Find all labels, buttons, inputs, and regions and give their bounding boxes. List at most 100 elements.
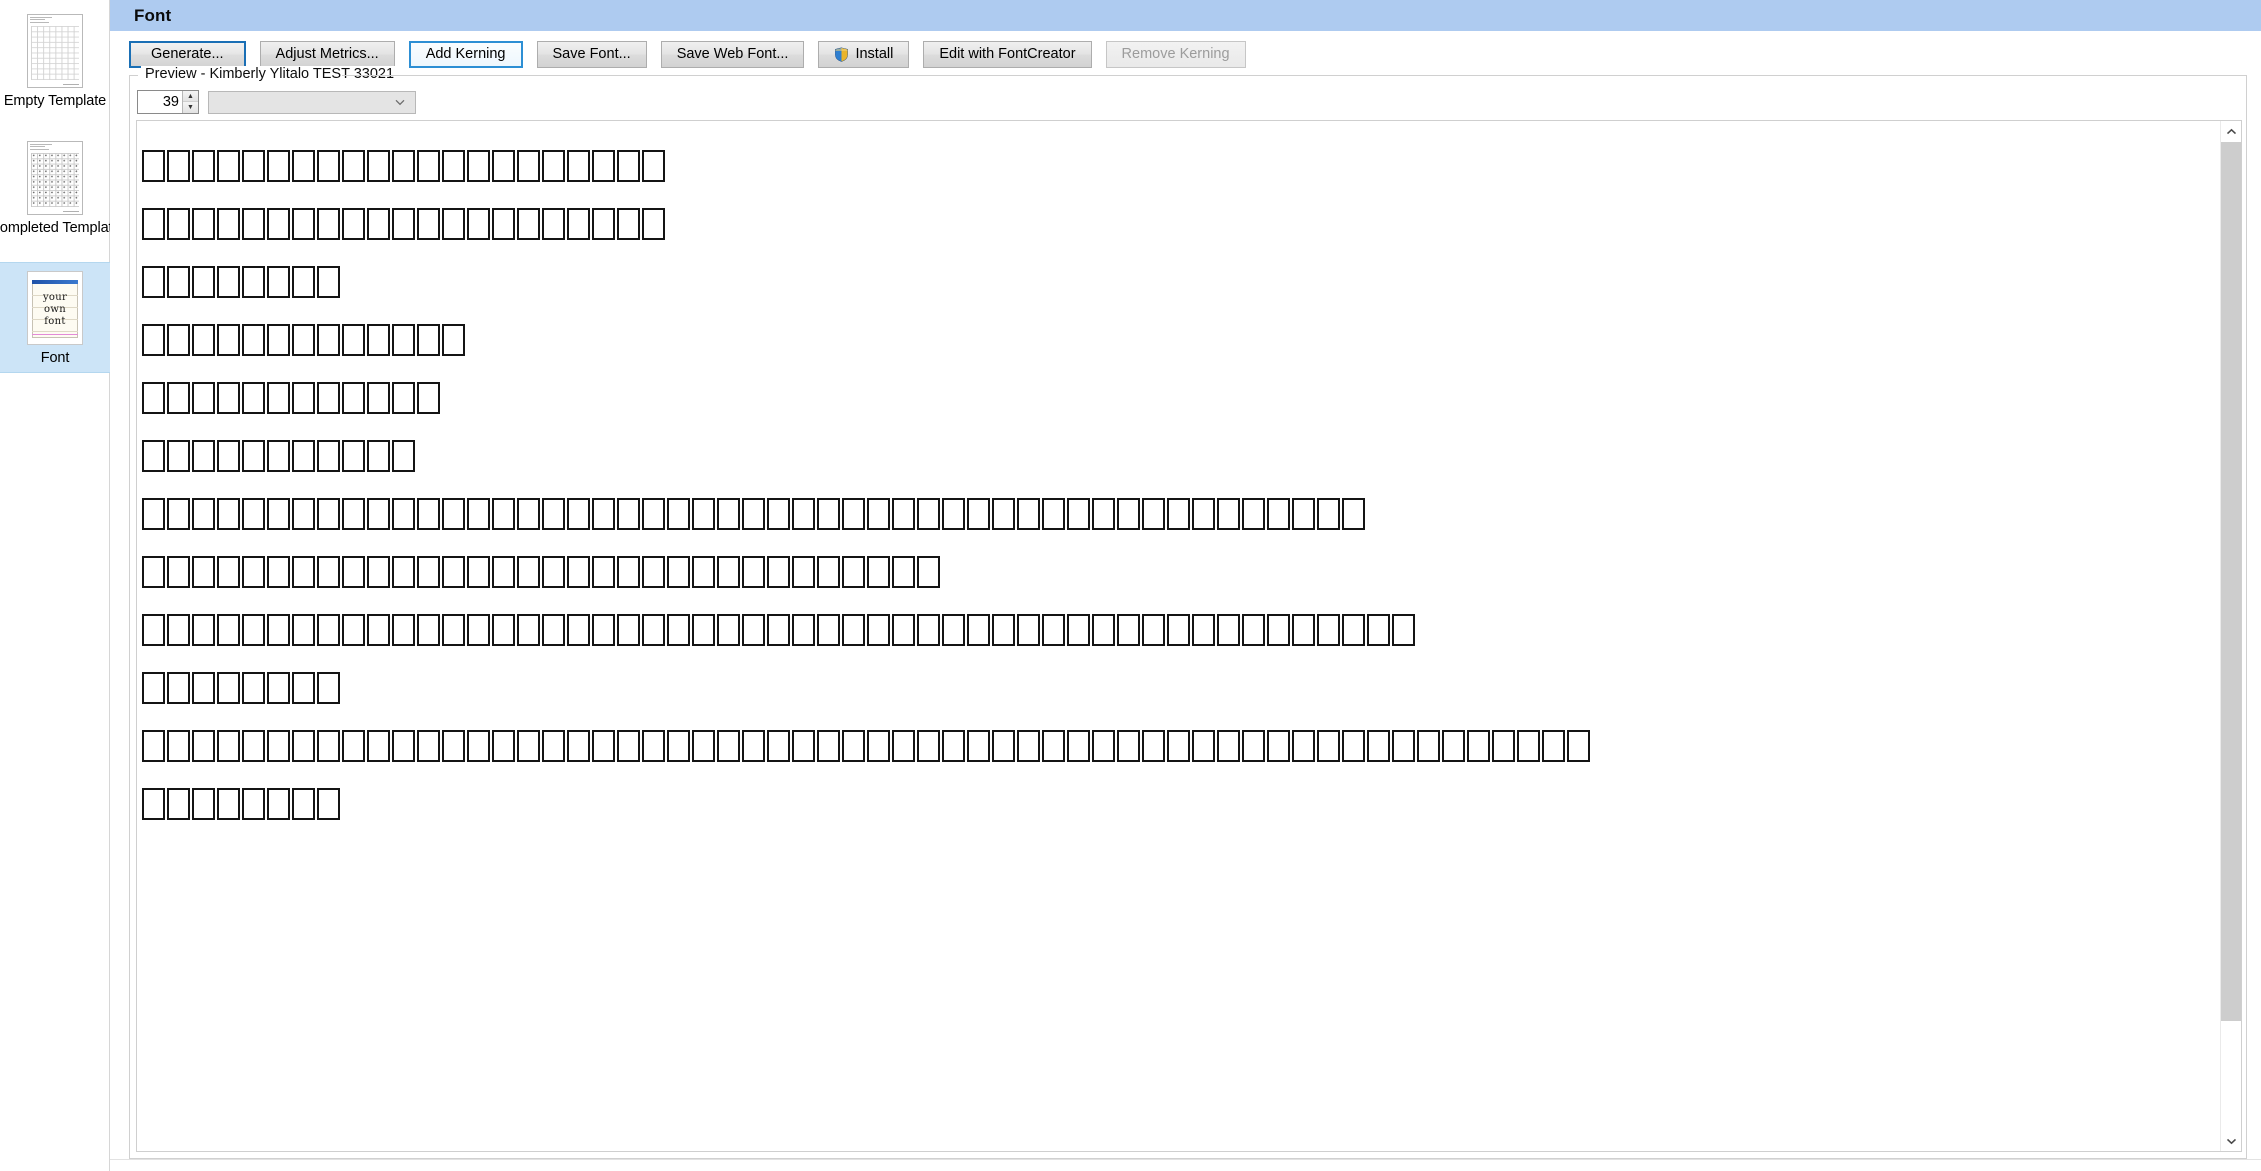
- scroll-down-arrow-icon[interactable]: [2221, 1130, 2241, 1151]
- missing-glyph-box: [367, 614, 390, 646]
- glyph-preview-canvas[interactable]: [137, 121, 2220, 1151]
- scroll-track[interactable]: [2221, 142, 2241, 1130]
- edit-with-fontcreator-button[interactable]: Edit with FontCreator: [923, 41, 1092, 68]
- missing-glyph-box: [442, 556, 465, 588]
- missing-glyph-box: [142, 208, 165, 240]
- missing-glyph-box: [192, 208, 215, 240]
- missing-glyph-box: [642, 730, 665, 762]
- missing-glyph-box: [692, 730, 715, 762]
- sample-text-dropdown[interactable]: [208, 90, 416, 114]
- missing-glyph-box: [192, 730, 215, 762]
- steps-sidebar: Empty Template Completed Template your o…: [0, 0, 121, 1171]
- font-size-input[interactable]: [138, 91, 182, 113]
- missing-glyph-box: [167, 730, 190, 762]
- missing-glyph-box: [317, 150, 340, 182]
- main-pane: Font Generate... Adjust Metrics... Add K…: [110, 0, 2261, 1171]
- missing-glyph-box: [642, 208, 665, 240]
- missing-glyph-box: [1267, 614, 1290, 646]
- sidebar-item-completed-template[interactable]: Completed Template: [0, 133, 121, 242]
- missing-glyph-box: [317, 788, 340, 820]
- adjust-metrics-button[interactable]: Adjust Metrics...: [259, 41, 395, 68]
- missing-glyph-box: [292, 150, 315, 182]
- missing-glyph-box: [592, 208, 615, 240]
- missing-glyph-box: [392, 614, 415, 646]
- preview-vertical-scrollbar[interactable]: [2220, 121, 2241, 1151]
- font-workspace-window: Empty Template Completed Template your o…: [0, 0, 2261, 1171]
- font-sample-line: own: [44, 304, 66, 315]
- missing-glyph-box: [942, 614, 965, 646]
- missing-glyph-box: [267, 556, 290, 588]
- generate-button[interactable]: Generate...: [129, 41, 246, 68]
- glyph-row: [142, 601, 2220, 659]
- missing-glyph-box: [217, 266, 240, 298]
- missing-glyph-box: [392, 208, 415, 240]
- missing-glyph-box: [1192, 614, 1215, 646]
- spinner-arrows[interactable]: ▲ ▼: [182, 91, 198, 113]
- missing-glyph-box: [167, 382, 190, 414]
- save-font-button[interactable]: Save Font...: [536, 41, 647, 68]
- missing-glyph-box: [1042, 614, 1065, 646]
- sheet-footer-line: [62, 84, 79, 85]
- missing-glyph-box: [617, 730, 640, 762]
- spinner-up-arrow-icon[interactable]: ▲: [183, 91, 198, 102]
- scroll-thumb[interactable]: [2221, 142, 2241, 1022]
- missing-glyph-box: [342, 556, 365, 588]
- missing-glyph-box: [542, 730, 565, 762]
- uac-shield-icon: [835, 47, 849, 62]
- missing-glyph-box: [617, 556, 640, 588]
- missing-glyph-box: [1342, 614, 1365, 646]
- missing-glyph-box: [242, 556, 265, 588]
- glyph-row: [142, 369, 2220, 427]
- missing-glyph-box: [267, 440, 290, 472]
- sidebar-item-empty-template[interactable]: Empty Template: [0, 6, 110, 115]
- font-size-spinner[interactable]: ▲ ▼: [137, 90, 199, 114]
- missing-glyph-box: [417, 556, 440, 588]
- missing-glyph-box: [292, 324, 315, 356]
- missing-glyph-box: [467, 150, 490, 182]
- missing-glyph-box: [867, 498, 890, 530]
- missing-glyph-box: [1017, 730, 1040, 762]
- missing-glyph-box: [1392, 730, 1415, 762]
- missing-glyph-box: [342, 382, 365, 414]
- missing-glyph-box: [1242, 614, 1265, 646]
- missing-glyph-box: [567, 208, 590, 240]
- missing-glyph-box: [767, 730, 790, 762]
- missing-glyph-box: [492, 150, 515, 182]
- missing-glyph-box: [842, 498, 865, 530]
- missing-glyph-box: [492, 730, 515, 762]
- add-kerning-button[interactable]: Add Kerning: [408, 41, 523, 68]
- missing-glyph-box: [442, 208, 465, 240]
- missing-glyph-box: [367, 440, 390, 472]
- missing-glyph-box: [1092, 730, 1115, 762]
- missing-glyph-box: [742, 556, 765, 588]
- spinner-down-arrow-icon[interactable]: ▼: [183, 102, 198, 113]
- missing-glyph-box: [542, 556, 565, 588]
- missing-glyph-box: [967, 614, 990, 646]
- missing-glyph-box: [992, 730, 1015, 762]
- missing-glyph-box: [517, 556, 540, 588]
- missing-glyph-box: [217, 382, 240, 414]
- missing-glyph-box: [742, 498, 765, 530]
- missing-glyph-box: [667, 614, 690, 646]
- glyph-row: [142, 253, 2220, 311]
- missing-glyph-box: [142, 382, 165, 414]
- page-header: Font: [110, 0, 2261, 31]
- missing-glyph-box: [167, 208, 190, 240]
- sidebar-item-font[interactable]: your own font Font: [0, 262, 110, 373]
- preview-groupbox-legend: Preview - Kimberly Ylitalo TEST 33021: [141, 66, 399, 82]
- save-font-button-label: Save Font...: [552, 45, 631, 62]
- missing-glyph-box: [892, 556, 915, 588]
- missing-glyph-box: [467, 614, 490, 646]
- missing-glyph-box: [642, 556, 665, 588]
- missing-glyph-box: [792, 498, 815, 530]
- missing-glyph-box: [1292, 730, 1315, 762]
- missing-glyph-box: [292, 730, 315, 762]
- missing-glyph-box: [542, 208, 565, 240]
- missing-glyph-box: [742, 730, 765, 762]
- missing-glyph-box: [417, 614, 440, 646]
- missing-glyph-box: [142, 672, 165, 704]
- save-web-font-button[interactable]: Save Web Font...: [660, 41, 805, 68]
- install-button[interactable]: Install: [818, 41, 910, 68]
- scroll-up-arrow-icon[interactable]: [2221, 121, 2241, 142]
- missing-glyph-box: [542, 150, 565, 182]
